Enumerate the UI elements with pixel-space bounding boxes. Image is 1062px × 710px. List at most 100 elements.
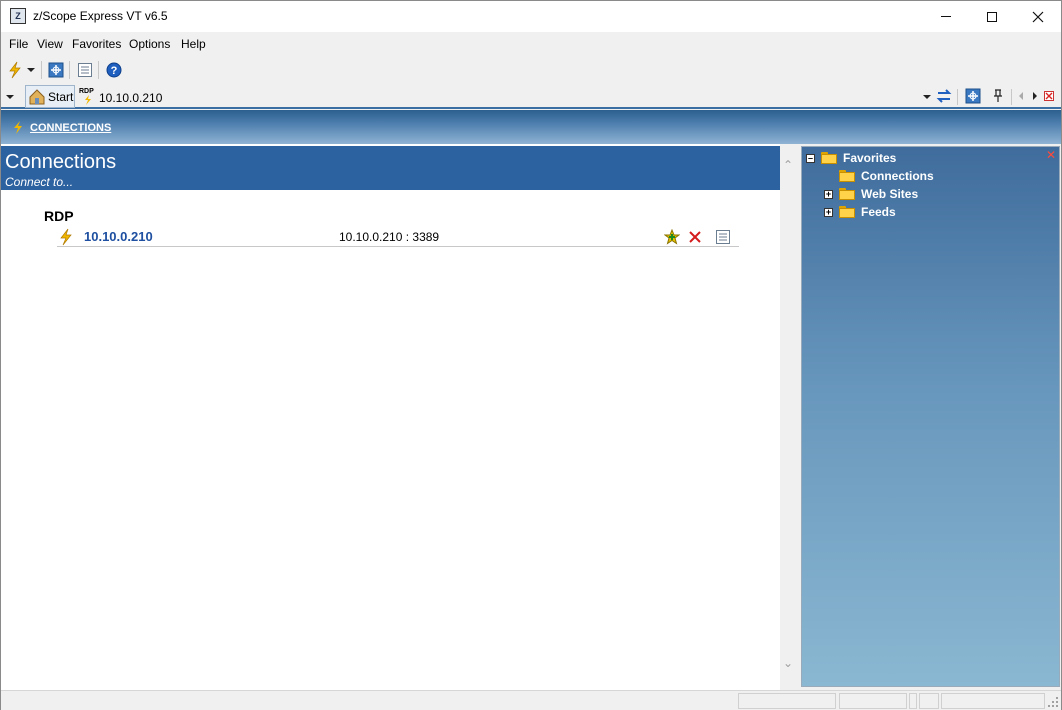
status-cell [909,693,917,709]
maximize-icon [987,11,997,22]
maximize-button[interactable] [969,1,1015,32]
favorites-panel: ✕ – Favorites Connections + Web Sites + … [801,146,1060,687]
close-panel-icon[interactable]: ✕ [1046,148,1056,162]
delete-icon [689,231,701,243]
status-cell [738,693,836,709]
svg-text:?: ? [111,65,118,77]
app-window: Z z/Scope Express VT v6.5 File View Favo… [0,0,1062,710]
scroll-down-icon[interactable]: ⌄ [783,656,793,670]
row-divider [57,246,81,247]
dropdown-arrow-icon [6,95,14,99]
page-title: Connections [5,151,117,173]
scroll-tabs-right[interactable] [1029,87,1041,105]
toolbar-separator [98,61,99,79]
toolbar: ? [1,57,1061,83]
tree-item-label: Favorites [843,151,897,165]
app-icon: Z [10,8,26,24]
network-icon [965,88,981,104]
add-favorite-icon [664,229,680,245]
minimize-icon [941,16,951,17]
menu-view[interactable]: View [37,37,63,51]
tab-session[interactable]: RDP 10.10.0.210 [77,85,167,108]
tree-item-favorites[interactable]: – Favorites [806,150,896,166]
properties-button[interactable] [714,228,732,246]
toolbar-separator [69,61,70,79]
tab-dropdown-button[interactable] [921,88,933,106]
help-button[interactable]: ? [105,61,123,79]
dropdown-arrow-icon [27,68,35,72]
connection-name-link[interactable]: 10.10.0.210 [84,229,153,244]
collapse-icon[interactable]: – [806,153,815,163]
tab-start-label: Start [48,90,74,104]
lightning-icon [9,61,21,79]
tab-list-dropdown[interactable] [3,88,17,106]
swap-button[interactable] [935,87,953,105]
properties-icon [716,230,730,244]
expand-icon[interactable]: + [824,207,833,217]
folder-icon [839,170,855,182]
tree-item-label: Web Sites [861,187,919,201]
resize-grip-icon[interactable] [1048,697,1058,707]
status-bar [1,690,1061,710]
window-title: z/Scope Express VT v6.5 [33,9,168,23]
status-cell [919,693,939,709]
tree-item-label: Feeds [861,205,896,219]
connection-row[interactable]: 10.10.0.210 10.10.0.210 : 3389 [57,227,739,247]
network-button[interactable] [964,87,982,105]
rdp-icon: RDP [79,88,94,95]
network-icon [48,62,64,78]
tab-bar: Start RDP 10.10.0.210 [1,84,1061,109]
folder-icon [821,152,837,164]
menu-help[interactable]: Help [181,37,206,51]
help-icon: ? [106,62,122,78]
menu-bar: File View Favorites Options Help [1,32,1061,56]
close-icon [1032,11,1044,22]
chevron-right-icon [1033,92,1037,100]
tree-item-feeds[interactable]: + Feeds [824,204,896,220]
network-button[interactable] [47,61,65,79]
status-cell [941,693,1045,709]
close-tab-button[interactable] [1042,87,1056,105]
pin-button[interactable] [989,87,1007,105]
lightning-icon [60,228,72,246]
lightning-icon [14,121,22,134]
expand-icon[interactable]: + [824,189,833,199]
status-cell [839,693,907,709]
close-button[interactable] [1015,1,1061,32]
toolbar-separator [1011,89,1012,105]
minimize-button[interactable] [923,1,969,32]
main-content: Connections Connect to... RDP 10.10.0.21… [1,144,780,690]
add-to-favorites-button[interactable] [663,228,681,246]
breadcrumb: CONNECTIONS [1,110,1061,144]
tree-item-web-sites[interactable]: + Web Sites [824,186,918,202]
menu-options[interactable]: Options [129,37,170,51]
scroll-up-icon[interactable]: ⌃ [783,158,793,172]
home-icon [29,89,45,105]
toolbar-separator [41,61,42,79]
list-button[interactable] [76,61,94,79]
new-connection-button[interactable] [6,61,24,79]
new-connection-dropdown[interactable] [25,61,37,79]
connect-button[interactable] [57,228,75,246]
folder-icon [839,188,855,200]
breadcrumb-connections-link[interactable]: CONNECTIONS [30,122,111,134]
vertical-scrollbar[interactable]: ⌃ ⌄ [780,144,798,690]
delete-connection-button[interactable] [686,228,704,246]
menu-favorites[interactable]: Favorites [72,37,121,51]
lightning-icon [85,95,91,105]
tree-item-connections[interactable]: Connections [839,168,934,184]
chevron-left-icon [1019,92,1023,100]
list-icon [78,63,92,77]
title-bar: Z z/Scope Express VT v6.5 [1,1,1061,32]
pin-icon [994,89,1002,102]
folder-icon [839,206,855,218]
dropdown-arrow-icon [923,95,931,99]
tab-start[interactable]: Start [25,85,75,108]
scroll-tabs-left[interactable] [1015,87,1027,105]
toolbar-separator [957,89,958,105]
tab-session-label: 10.10.0.210 [99,91,163,105]
connection-address: 10.10.0.210 : 3389 [339,230,440,244]
page-header: Connections Connect to... [1,146,780,190]
close-icon [1044,91,1054,101]
menu-file[interactable]: File [9,37,28,51]
